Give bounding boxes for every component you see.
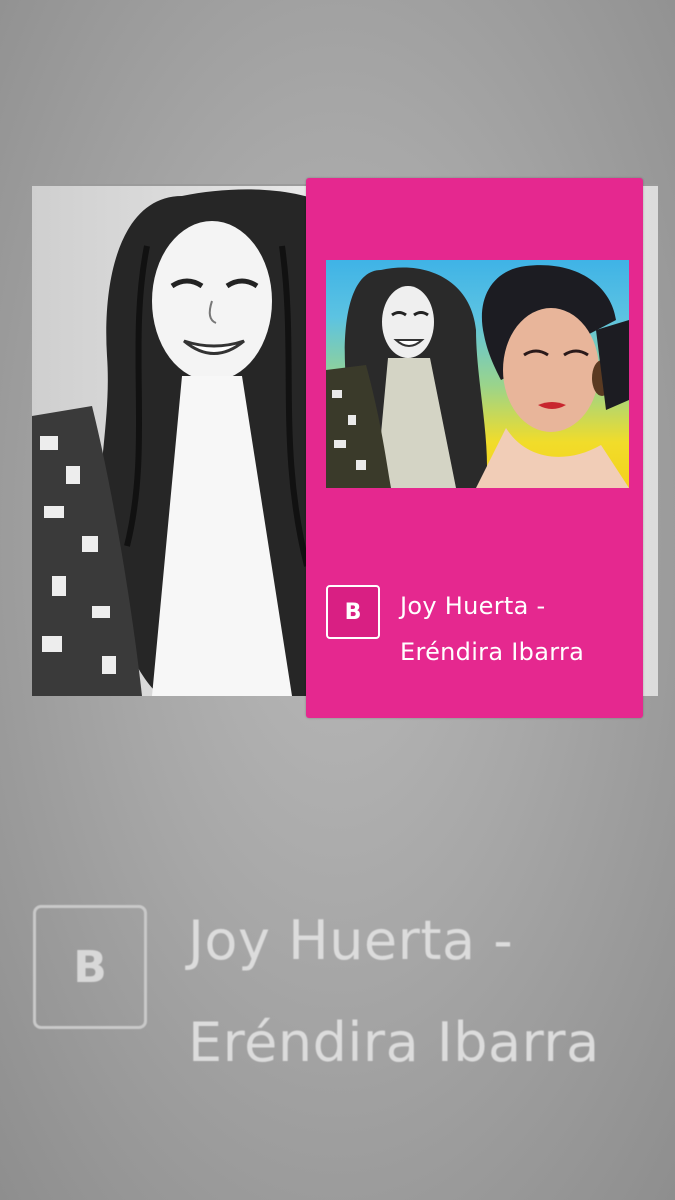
link-card[interactable]: B Joy Huerta - Eréndira Ibarra	[306, 178, 643, 718]
brand-b-icon: B	[326, 585, 380, 639]
brand-b-icon: B	[33, 905, 147, 1029]
two-women-collage-illustration	[326, 265, 629, 488]
link-card-title[interactable]: Joy Huerta - Eréndira Ibarra	[400, 583, 630, 675]
link-card-thumbnail	[326, 260, 629, 488]
card-logo-letter: B	[344, 599, 362, 625]
background-logo-letter: B	[73, 941, 107, 993]
background-caption-title: Joy Huerta - Eréndira Ibarra	[188, 909, 600, 1074]
